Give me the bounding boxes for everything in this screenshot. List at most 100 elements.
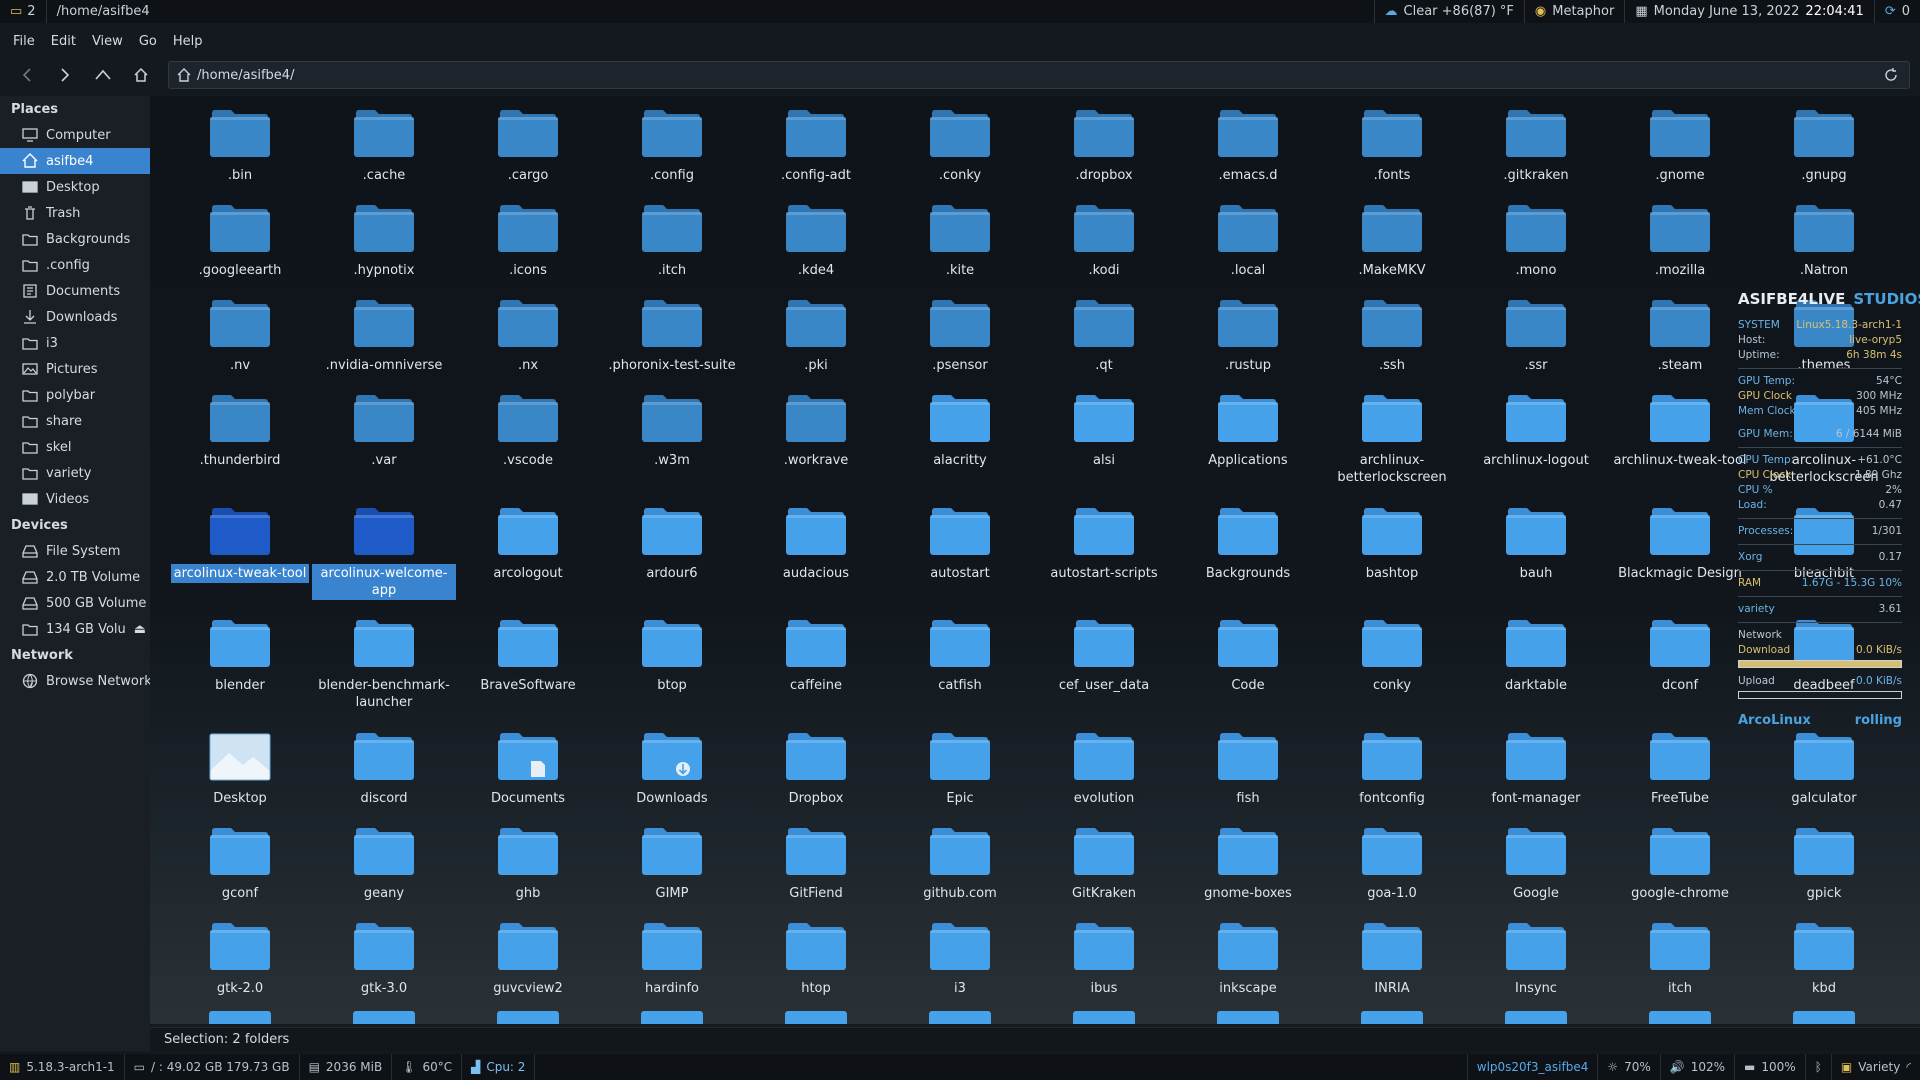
memory-module[interactable]: ▤ 2036 MiB: [300, 1054, 393, 1080]
file-item[interactable]: .kde4: [744, 191, 888, 280]
home-button[interactable]: [122, 60, 160, 90]
file-item[interactable]: .nvidia-omniverse: [312, 286, 456, 375]
sidebar-item-device-1[interactable]: 2.0 TB Volume: [0, 564, 150, 590]
volume-module[interactable]: 🔊 102%: [1659, 1054, 1734, 1080]
workspace-indicator[interactable]: ▭ 2: [0, 0, 46, 23]
file-item[interactable]: geany: [312, 814, 456, 903]
file-item[interactable]: .hypnotix: [312, 191, 456, 280]
file-item[interactable]: Documents: [456, 719, 600, 808]
theme-module[interactable]: ◉ Metaphor: [1523, 0, 1624, 23]
file-item[interactable]: .config-adt: [744, 96, 888, 185]
kernel-module[interactable]: ▥ 5.18.3-arch1-1: [0, 1054, 125, 1080]
file-item[interactable]: evolution: [1032, 719, 1176, 808]
file-item[interactable]: .gnome: [1608, 96, 1752, 185]
file-item[interactable]: Insync: [1464, 909, 1608, 998]
file-item[interactable]: .nx: [456, 286, 600, 375]
file-item[interactable]: google-chrome: [1608, 814, 1752, 903]
up-button[interactable]: [84, 60, 122, 90]
weather-module[interactable]: ☁ Clear +86(87) °F: [1373, 0, 1524, 23]
file-item[interactable]: .phoronix-test-suite: [600, 286, 744, 375]
file-view[interactable]: .bin .cache .cargo .config .config-adt .conky…: [150, 96, 1920, 1024]
file-item[interactable]: BraveSoftware: [456, 606, 600, 695]
file-item[interactable]: archlinux-tweak-tool: [1608, 381, 1752, 470]
file-item[interactable]: inkscape: [1176, 909, 1320, 998]
file-item[interactable]: .googleearth: [168, 191, 312, 280]
file-item[interactable]: i3: [888, 909, 1032, 998]
file-item[interactable]: .pki: [744, 286, 888, 375]
file-item[interactable]: .fonts: [1320, 96, 1464, 185]
file-item[interactable]: blender: [168, 606, 312, 695]
file-item[interactable]: GitFiend: [744, 814, 888, 903]
file-item[interactable]: Applications: [1176, 381, 1320, 470]
sidebar-item-backgrounds[interactable]: Backgrounds: [0, 226, 150, 252]
file-item[interactable]: .ssh: [1320, 286, 1464, 375]
file-item[interactable]: INRIA: [1320, 909, 1464, 998]
sidebar-item-device-2[interactable]: 500 GB Volume: [0, 590, 150, 616]
file-item[interactable]: guvcview2: [456, 909, 600, 998]
file-item[interactable]: blender-benchmark-launcher: [312, 606, 456, 712]
sidebar-item-i3[interactable]: i3: [0, 330, 150, 356]
file-item[interactable]: .itch: [600, 191, 744, 280]
file-item[interactable]: audacious: [744, 494, 888, 583]
file-item[interactable]: .mozilla: [1608, 191, 1752, 280]
network-module[interactable]: wlp0s20f3_asifbe4: [1466, 1054, 1598, 1080]
menu-go[interactable]: Go: [132, 31, 164, 52]
sidebar-item-device-3[interactable]: 134 GB Volu... ⏏: [0, 616, 150, 642]
file-item[interactable]: .local: [1176, 191, 1320, 280]
sidebar-item-browse-network[interactable]: Browse Network: [0, 668, 150, 694]
file-item[interactable]: htop: [744, 909, 888, 998]
file-item[interactable]: fontconfig: [1320, 719, 1464, 808]
file-item[interactable]: archlinux-logout: [1464, 381, 1608, 470]
file-item[interactable]: bauh: [1464, 494, 1608, 583]
bluetooth-module[interactable]: ᛒ: [1804, 1054, 1831, 1080]
reload-icon[interactable]: [1883, 67, 1899, 83]
file-item[interactable]: .steam: [1608, 286, 1752, 375]
file-item[interactable]: Downloads: [600, 719, 744, 808]
sidebar-item-skel[interactable]: skel: [0, 434, 150, 460]
file-item[interactable]: Backgrounds: [1176, 494, 1320, 583]
file-item[interactable]: catfish: [888, 606, 1032, 695]
file-item[interactable]: Blackmagic Design: [1608, 494, 1752, 583]
menu-file[interactable]: File: [6, 31, 42, 52]
file-item[interactable]: .MakeMKV: [1320, 191, 1464, 280]
file-item[interactable]: fish: [1176, 719, 1320, 808]
file-item[interactable]: .ssr: [1464, 286, 1608, 375]
location-bar[interactable]: /home/asifbe4/: [168, 61, 1910, 89]
file-item[interactable]: conky: [1320, 606, 1464, 695]
battery-module[interactable]: ▬ 100%: [1734, 1054, 1805, 1080]
file-item[interactable]: alsi: [1032, 381, 1176, 470]
file-item[interactable]: Epic: [888, 719, 1032, 808]
file-item[interactable]: alacritty: [888, 381, 1032, 470]
file-item[interactable]: itch: [1608, 909, 1752, 998]
file-item[interactable]: .gnupg: [1752, 96, 1896, 185]
file-item[interactable]: gconf: [168, 814, 312, 903]
sidebar-item-variety[interactable]: variety: [0, 460, 150, 486]
back-button[interactable]: [8, 60, 46, 90]
file-item[interactable]: goa-1.0: [1320, 814, 1464, 903]
file-item[interactable]: gnome-boxes: [1176, 814, 1320, 903]
file-item[interactable]: GitKraken: [1032, 814, 1176, 903]
sidebar-item-pictures[interactable]: Pictures: [0, 356, 150, 382]
file-item[interactable]: .qt: [1032, 286, 1176, 375]
file-item[interactable]: autostart-scripts: [1032, 494, 1176, 583]
file-item[interactable]: .thunderbird: [168, 381, 312, 470]
file-item[interactable]: .Natron: [1752, 191, 1896, 280]
temperature-module[interactable]: 🌡 60°C: [392, 1054, 463, 1080]
sidebar-item-computer[interactable]: Computer: [0, 122, 150, 148]
file-item[interactable]: .config: [600, 96, 744, 185]
updates-module[interactable]: ⟳ 0: [1873, 0, 1920, 23]
file-item[interactable]: caffeine: [744, 606, 888, 695]
file-item[interactable]: .rustup: [1176, 286, 1320, 375]
file-item[interactable]: .nv: [168, 286, 312, 375]
cpu-module[interactable]: ▟ Cpu: 2: [462, 1054, 536, 1080]
file-item[interactable]: .icons: [456, 191, 600, 280]
sidebar-item-share[interactable]: share: [0, 408, 150, 434]
file-item[interactable]: .emacs.d: [1176, 96, 1320, 185]
file-item[interactable]: github.com: [888, 814, 1032, 903]
file-item[interactable]: FreeTube: [1608, 719, 1752, 808]
file-item[interactable]: bashtop: [1320, 494, 1464, 583]
file-item[interactable]: discord: [312, 719, 456, 808]
sidebar-item-trash[interactable]: Trash: [0, 200, 150, 226]
sidebar-item-desktop[interactable]: Desktop: [0, 174, 150, 200]
file-item[interactable]: .w3m: [600, 381, 744, 470]
